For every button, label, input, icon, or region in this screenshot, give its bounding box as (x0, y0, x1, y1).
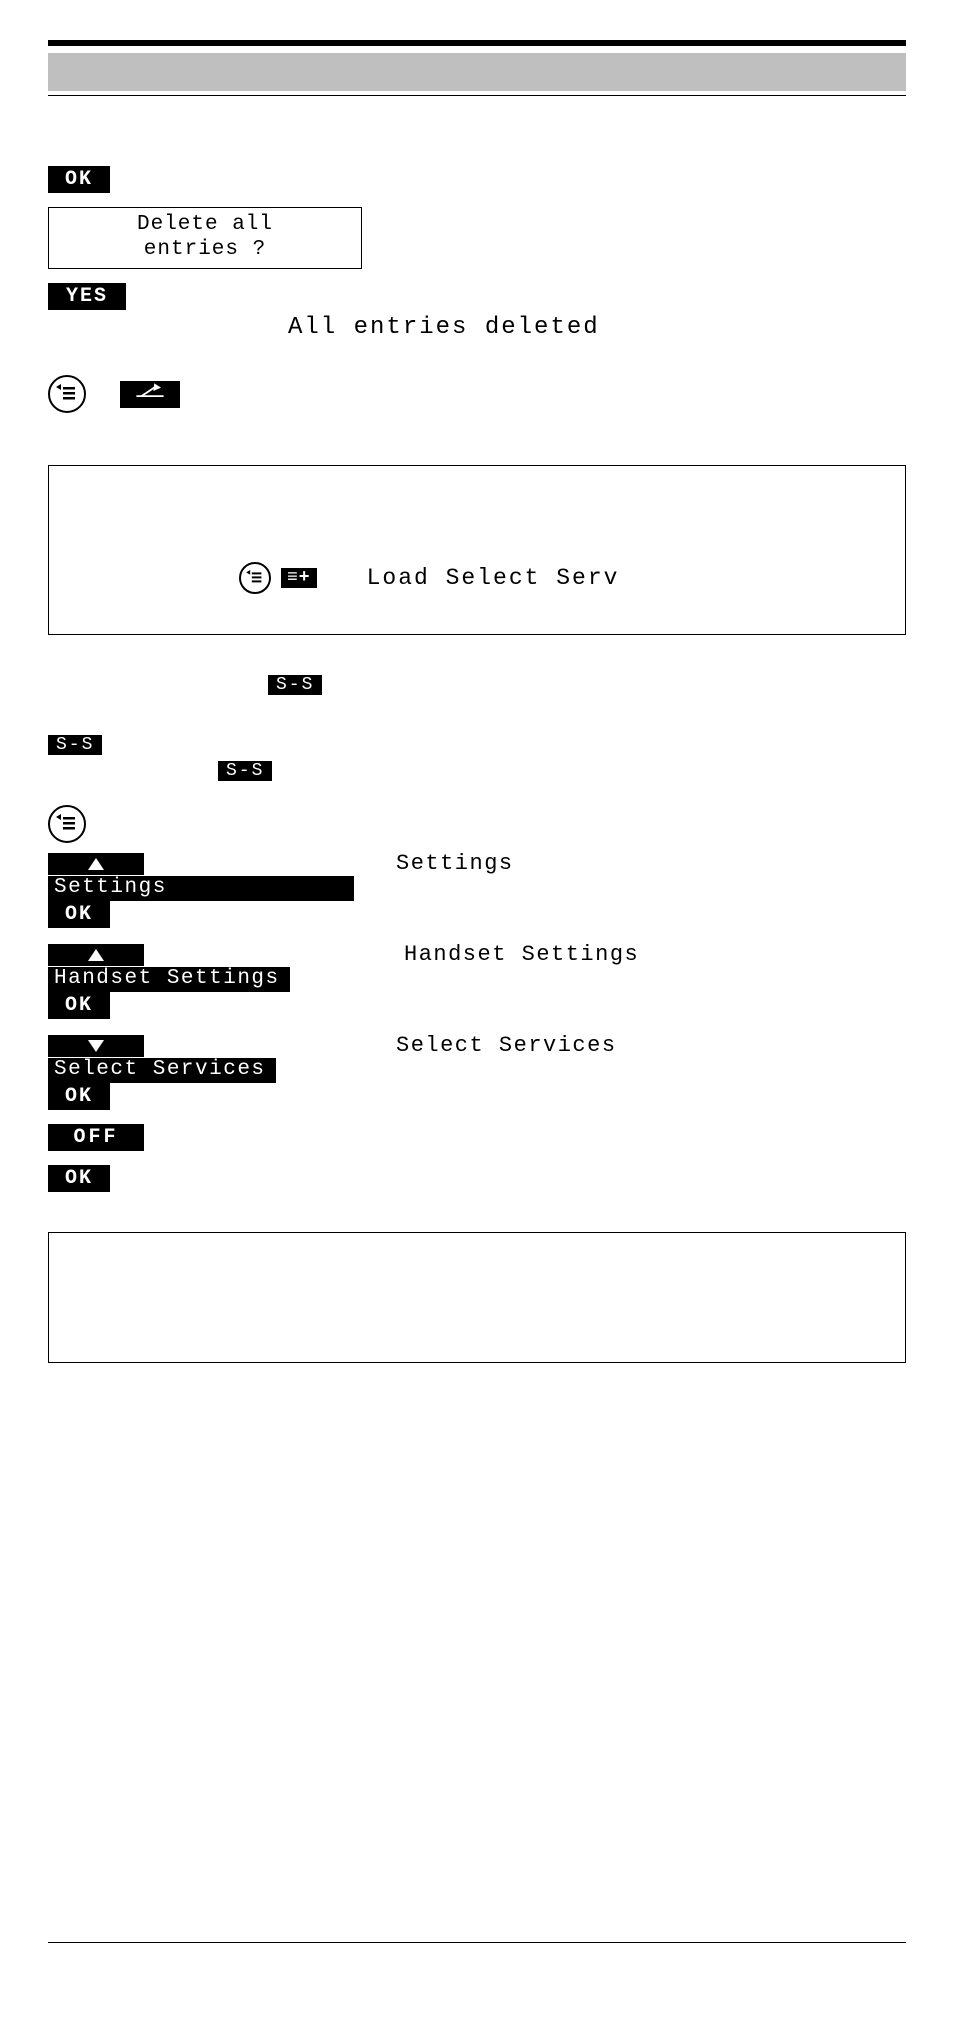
ss-label-2: S-S (48, 735, 102, 755)
menu-icon[interactable] (48, 805, 86, 843)
menu-add-button[interactable]: ≡+ (281, 568, 317, 588)
arrow-return-button[interactable] (120, 381, 180, 408)
ok-button[interactable]: OK (48, 901, 110, 928)
yes-button[interactable]: YES (48, 283, 126, 310)
status-message: All entries deleted (288, 314, 600, 341)
settings-desc: Settings (396, 851, 514, 876)
ss-label-3: S-S (218, 761, 272, 781)
menu-icon[interactable] (239, 562, 271, 594)
info-box-top: ≡+ Load Select Serv (48, 465, 906, 635)
menu-icon[interactable] (48, 375, 86, 413)
select-services-desc: Select Services (396, 1033, 617, 1058)
handset-settings-desc: Handset Settings (404, 942, 639, 967)
nav-up-button[interactable] (48, 944, 144, 966)
nav-up-button[interactable] (48, 853, 144, 875)
ok-button[interactable]: OK (48, 166, 110, 193)
ok-button[interactable]: OK (48, 1083, 110, 1110)
dialog-line-1: Delete all (53, 212, 357, 237)
ss-label-1: S-S (268, 675, 322, 695)
dialog-line-2: entries ? (53, 237, 357, 262)
nav-down-button[interactable] (48, 1035, 144, 1057)
ok-button[interactable]: OK (48, 992, 110, 1019)
header-grey-bar (48, 53, 906, 91)
settings-menu-item: Settings (48, 876, 354, 901)
header-rule-thick (48, 40, 906, 46)
ok-button[interactable]: OK (48, 1165, 110, 1192)
handset-settings-menu-item: Handset Settings (48, 967, 290, 992)
load-select-serv-label: Load Select Serv (367, 565, 620, 591)
footer-rule (48, 1942, 906, 1943)
select-services-menu-item: Select Services (48, 1058, 276, 1083)
off-button[interactable]: OFF (48, 1124, 144, 1151)
info-box-bottom (48, 1232, 906, 1363)
confirm-dialog: Delete all entries ? (48, 207, 362, 269)
header-rule-thin (48, 95, 906, 96)
